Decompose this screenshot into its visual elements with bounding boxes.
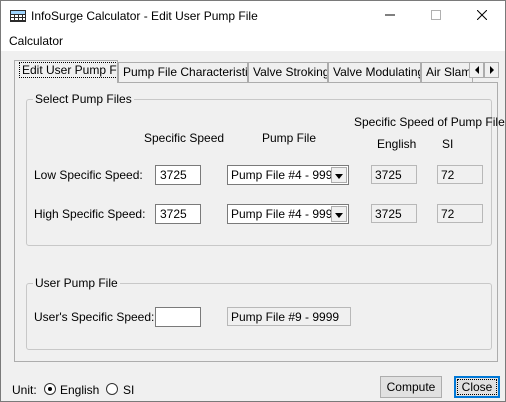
tab-pump-file-characteristics[interactable]: Pump File Characteristics (118, 62, 248, 82)
tab-label: Edit User Pump File (19, 62, 117, 78)
low-pump-file-select[interactable]: Pump File #4 - 9994 (227, 165, 349, 185)
column-header-specific-speed: Specific Speed (144, 131, 225, 145)
close-button-label: Close (456, 379, 498, 395)
arrow-left-icon (474, 63, 480, 77)
compute-button-label: Compute (386, 380, 436, 394)
tab-strip: Edit User Pump File Pump File Characteri… (14, 60, 499, 83)
low-english-value: 3725 (371, 165, 417, 184)
high-specific-speed-input[interactable]: 3725 (155, 204, 201, 224)
low-specific-speed-label: Low Specific Speed: (34, 168, 143, 182)
tab-label: Valve Stroking (253, 65, 328, 79)
title-bar: InfoSurge Calculator - Edit User Pump Fi… (1, 1, 505, 31)
tab-scroll-right-button[interactable] (484, 62, 499, 78)
close-button[interactable]: Close (454, 376, 500, 398)
compute-button[interactable]: Compute (380, 376, 442, 398)
tab-edit-user-pump-file[interactable]: Edit User Pump File (14, 60, 118, 83)
column-header-pump-file: Pump File (262, 131, 317, 145)
close-icon (476, 9, 488, 23)
high-pump-file-select[interactable]: Pump File #4 - 9994 (227, 204, 349, 224)
window-title: InfoSurge Calculator - Edit User Pump Fi… (31, 9, 258, 23)
tab-panel-edit-user-pump-file: Select Pump Files Specific Speed Pump Fi… (14, 82, 505, 362)
minimize-button[interactable] (367, 1, 413, 31)
tab-label: Valve Modulating (333, 65, 421, 79)
radio-selected-indicator (48, 387, 52, 391)
group-legend: User Pump File (33, 276, 120, 290)
chevron-down-icon (335, 207, 343, 221)
tab-label: Pump File Characteristics (123, 65, 248, 79)
users-specific-speed-label: User's Specific Speed: (34, 310, 155, 324)
column-header-specific-speed-of-pump-file: Specific Speed of Pump File (354, 115, 505, 129)
tab-label: Air Slam P (426, 65, 472, 79)
calculator-window: InfoSurge Calculator - Edit User Pump Fi… (0, 0, 506, 402)
tab-valve-modulating[interactable]: Valve Modulating (328, 62, 421, 82)
unit-english-label[interactable]: English (60, 383, 99, 397)
calculator-app-icon (10, 10, 26, 22)
dropdown-button[interactable] (331, 167, 347, 183)
users-specific-speed-input[interactable] (155, 307, 201, 327)
low-si-value: 72 (437, 165, 483, 184)
tab-scroll-left-button[interactable] (469, 62, 484, 78)
unit-english-radio[interactable] (44, 383, 56, 395)
dropdown-button[interactable] (331, 206, 347, 222)
high-si-value: 72 (437, 204, 483, 223)
menu-bar: Calculator (1, 31, 505, 51)
unit-si-label[interactable]: SI (123, 383, 134, 397)
column-header-english: English (377, 137, 417, 151)
unit-label: Unit: (12, 383, 37, 397)
column-header-si: SI (442, 137, 454, 151)
high-specific-speed-label: High Specific Speed: (34, 207, 146, 221)
group-legend: Select Pump Files (33, 92, 134, 106)
minimize-icon (385, 9, 395, 23)
chevron-down-icon (335, 168, 343, 182)
high-english-value: 3725 (371, 204, 417, 223)
select-pump-files-group: Select Pump Files Specific Speed Pump Fi… (26, 92, 505, 246)
menu-calculator[interactable]: Calculator (9, 34, 63, 48)
tab-valve-stroking[interactable]: Valve Stroking (248, 62, 328, 82)
user-pump-file-group: User Pump File User's Specific Speed: Pu… (26, 276, 492, 350)
close-window-button[interactable] (459, 1, 505, 31)
tab-air-slam[interactable]: Air Slam P (421, 62, 473, 82)
maximize-icon (431, 9, 441, 23)
user-pump-file-value: Pump File #9 - 9999 (227, 307, 351, 326)
arrow-right-icon (489, 63, 495, 77)
maximize-button[interactable] (413, 1, 459, 31)
select-value: Pump File #4 - 9994 (231, 168, 340, 182)
low-specific-speed-input[interactable]: 3725 (155, 165, 201, 185)
unit-si-radio[interactable] (106, 383, 118, 395)
select-value: Pump File #4 - 9994 (231, 207, 340, 221)
